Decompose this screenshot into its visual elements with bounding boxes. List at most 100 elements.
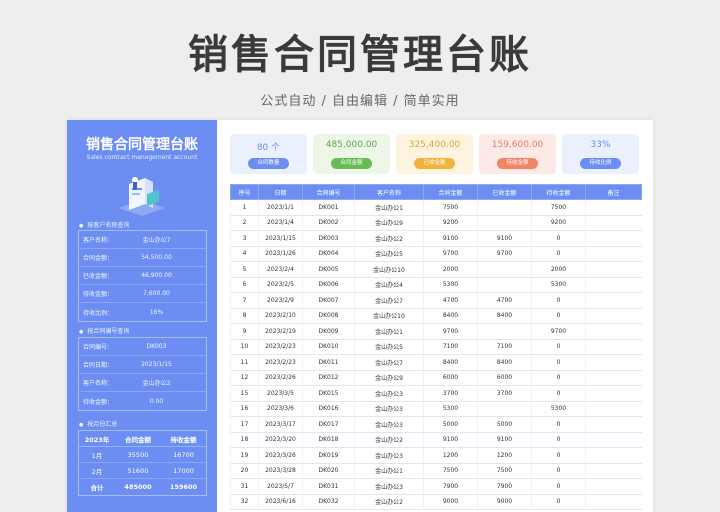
table-cell[interactable] <box>585 385 642 402</box>
table-cell[interactable] <box>585 354 642 371</box>
table-cell[interactable]: 金山办公1 <box>354 199 424 216</box>
table-cell[interactable]: 7500 <box>423 463 478 479</box>
table-cell[interactable]: 15 <box>230 385 259 402</box>
table-cell[interactable]: 9 <box>230 323 259 340</box>
table-cell[interactable] <box>477 215 532 231</box>
table-cell[interactable] <box>585 199 642 216</box>
table-cell[interactable]: 2023/2/9 <box>258 292 303 309</box>
table-cell[interactable] <box>585 323 642 340</box>
table-cell[interactable]: 2000 <box>531 261 586 278</box>
table-cell[interactable]: 2023/3/28 <box>258 463 303 479</box>
table-cell[interactable]: 18 <box>230 432 259 448</box>
table-cell[interactable]: 金山办公3 <box>354 447 424 464</box>
table-cell[interactable]: 9100 <box>423 432 478 448</box>
table-cell[interactable] <box>585 308 642 324</box>
table-cell[interactable] <box>585 447 642 464</box>
table-cell[interactable]: 金山办公7 <box>354 354 424 371</box>
table-cell[interactable]: 金山办公3 <box>354 385 424 402</box>
table-cell[interactable]: DK003 <box>302 230 355 247</box>
table-cell[interactable]: 金山办公5 <box>354 339 424 355</box>
table-cell[interactable]: 金山办公3 <box>354 478 424 495</box>
table-row[interactable]: 2 2023/1/4 DK002 金山办公9 9200 9200 <box>230 215 642 231</box>
table-cell[interactable]: 7500 <box>531 199 586 216</box>
table-cell[interactable]: 金山办公1 <box>354 463 424 479</box>
table-cell[interactable]: 2023/2/10 <box>258 308 303 324</box>
table-cell[interactable]: 10 <box>230 339 259 355</box>
table-cell[interactable]: 8 <box>230 308 259 324</box>
table-cell[interactable]: 2000 <box>423 261 478 278</box>
table-cell[interactable]: 2023/5/7 <box>258 478 303 495</box>
table-cell[interactable]: 32 <box>230 494 259 510</box>
contract-number-field[interactable]: DK003 <box>127 343 206 350</box>
table-cell[interactable]: 20 <box>230 463 259 479</box>
table-cell[interactable]: 0 <box>531 292 586 309</box>
table-cell[interactable]: 金山办公10 <box>354 261 424 278</box>
table-row[interactable]: 10 2023/2/23 DK010 金山办公5 7100 7100 0 <box>230 339 642 355</box>
table-cell[interactable] <box>585 292 642 309</box>
table-cell[interactable]: 2023/3/26 <box>258 447 303 464</box>
table-cell[interactable]: 2023/3/17 <box>258 416 303 433</box>
table-cell[interactable]: 5300 <box>423 277 478 293</box>
table-cell[interactable]: 1200 <box>423 447 478 464</box>
table-cell[interactable]: 2023/1/1 <box>258 199 303 216</box>
table-cell[interactable]: 0 <box>531 246 586 262</box>
table-cell[interactable]: 9100 <box>477 230 532 247</box>
table-cell[interactable]: 6 <box>230 277 259 293</box>
table-cell[interactable]: DK017 <box>302 416 355 433</box>
table-cell[interactable]: DK010 <box>302 339 355 355</box>
table-cell[interactable]: 金山办公2 <box>354 432 424 448</box>
table-cell[interactable]: 9000 <box>477 494 532 510</box>
customer-name-field[interactable]: 金山办公7 <box>127 235 206 244</box>
table-cell[interactable]: DK005 <box>302 261 355 278</box>
table-cell[interactable]: 2023/3/5 <box>258 385 303 402</box>
table-cell[interactable]: 7500 <box>423 199 478 216</box>
table-cell[interactable]: 0 <box>531 478 586 495</box>
table-cell[interactable]: 2023/1/15 <box>258 230 303 247</box>
table-cell[interactable] <box>585 463 642 479</box>
year-selector[interactable]: 2023年 <box>79 434 115 444</box>
table-cell[interactable]: 3700 <box>477 385 532 402</box>
table-cell[interactable]: 8400 <box>423 354 478 371</box>
table-row[interactable]: 12 2023/2/26 DK012 金山办公9 6000 6000 0 <box>230 370 642 386</box>
table-row[interactable]: 7 2023/2/9 DK007 金山办公7 4700 4700 0 <box>230 292 642 309</box>
table-row[interactable]: 32 2023/6/16 DK032 金山办公2 9000 9000 0 <box>230 494 642 510</box>
table-cell[interactable]: DK020 <box>302 463 355 479</box>
table-cell[interactable]: 8400 <box>477 308 532 324</box>
table-cell[interactable] <box>585 432 642 448</box>
table-cell[interactable]: 17 <box>230 416 259 433</box>
table-cell[interactable] <box>585 246 642 262</box>
table-cell[interactable]: 2023/2/26 <box>258 370 303 386</box>
table-row[interactable]: 19 2023/3/26 DK019 金山办公3 1200 1200 0 <box>230 447 642 464</box>
table-cell[interactable] <box>585 215 642 231</box>
table-cell[interactable]: DK016 <box>302 401 355 417</box>
table-row[interactable]: 8 2023/2/10 DK008 金山办公10 8400 8400 0 <box>230 308 642 324</box>
table-cell[interactable]: DK009 <box>302 323 355 340</box>
table-cell[interactable]: 2023/2/19 <box>258 323 303 340</box>
table-cell[interactable]: 金山办公2 <box>354 494 424 510</box>
table-cell[interactable]: 4700 <box>423 292 478 309</box>
table-cell[interactable] <box>585 416 642 433</box>
table-cell[interactable]: 9700 <box>477 246 532 262</box>
table-cell[interactable]: 7100 <box>477 339 532 355</box>
table-cell[interactable]: DK015 <box>302 385 355 402</box>
table-cell[interactable]: 0 <box>531 447 586 464</box>
table-cell[interactable]: 5 <box>230 261 259 278</box>
table-cell[interactable]: 2023/3/6 <box>258 401 303 417</box>
table-cell[interactable]: 2023/2/5 <box>258 277 303 293</box>
table-cell[interactable]: 16 <box>230 401 259 417</box>
table-cell[interactable]: 0 <box>531 432 586 448</box>
table-row[interactable]: 20 2023/3/28 DK020 金山办公1 7500 7500 0 <box>230 463 642 479</box>
table-row[interactable]: 5 2023/2/4 DK005 金山办公10 2000 2000 <box>230 261 642 278</box>
table-cell[interactable]: 0 <box>531 385 586 402</box>
table-cell[interactable]: DK018 <box>302 432 355 448</box>
table-cell[interactable]: 金山办公3 <box>354 401 424 417</box>
table-cell[interactable]: 0 <box>531 354 586 371</box>
table-cell[interactable]: 3 <box>230 230 259 247</box>
table-cell[interactable]: 1 <box>230 199 259 216</box>
table-cell[interactable]: 3700 <box>423 385 478 402</box>
table-cell[interactable] <box>477 277 532 293</box>
table-cell[interactable]: 0 <box>531 494 586 510</box>
table-cell[interactable] <box>477 261 532 278</box>
table-cell[interactable]: 5300 <box>531 401 586 417</box>
table-cell[interactable]: 9100 <box>423 230 478 247</box>
